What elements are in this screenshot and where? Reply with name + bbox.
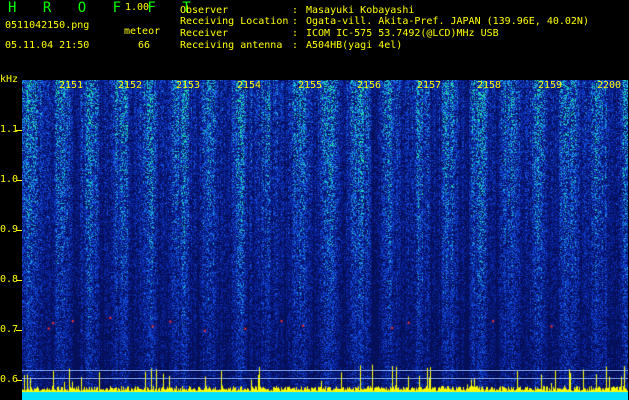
file-datetime: 05.11.04 21:50 xyxy=(5,40,90,51)
receiver-value: ICOM IC-575 53.7492(@LCD)MHz USB xyxy=(306,28,499,39)
receiver-label: Receiver xyxy=(180,28,229,39)
x-tick-label-2155: 2155 xyxy=(298,80,323,91)
x-tick-label-2158: 2158 xyxy=(477,80,502,91)
antenna-colon: : xyxy=(292,40,299,51)
app-title: H R O F F T xyxy=(8,0,200,16)
x-tick-label-2152: 2152 xyxy=(118,80,143,91)
x-tick-label-2157: 2157 xyxy=(417,80,442,91)
y-tick-5 xyxy=(16,330,22,331)
x-tick-label-2151: 2151 xyxy=(59,80,84,91)
hrofft-window: H R O F F T 1.00 0511042150.png 05.11.04… xyxy=(0,0,629,400)
file-name: 0511042150.png xyxy=(5,20,90,31)
antenna-value: A504HB(yagi 4el) xyxy=(306,40,403,51)
location-colon: : xyxy=(292,16,299,27)
x-tick-label-2159: 2159 xyxy=(538,80,563,91)
app-version: 1.00 xyxy=(125,2,150,13)
location-value: Ogata-vill. Akita-Pref. JAPAN (139.96E, … xyxy=(306,16,589,27)
y-axis-unit: kHz xyxy=(0,74,19,85)
meteor-label: meteor xyxy=(124,26,161,37)
x-tick-label-2154: 2154 xyxy=(237,80,262,91)
y-tick-3 xyxy=(16,230,22,231)
receiver-colon: : xyxy=(292,28,299,39)
x-tick-label-2153: 2153 xyxy=(176,80,201,91)
spectrogram-canvas xyxy=(22,80,628,400)
location-label: Receiving Location xyxy=(180,16,289,27)
antenna-label: Receiving antenna xyxy=(180,40,283,51)
y-tick-2 xyxy=(16,180,22,181)
y-tick-4 xyxy=(16,280,22,281)
meteor-count: 66 xyxy=(138,40,151,51)
x-tick-label-2200: 2200 xyxy=(597,80,622,91)
band-marker-line-upper xyxy=(22,370,628,371)
x-tick-label-2156: 2156 xyxy=(357,80,382,91)
y-tick-6 xyxy=(16,380,22,381)
y-tick-1 xyxy=(16,130,22,131)
observer-colon: : xyxy=(292,5,299,16)
observer-label: Observer xyxy=(180,5,229,16)
observer-value: Masayuki Kobayashi xyxy=(306,5,415,16)
band-marker-line-lower xyxy=(22,378,628,379)
